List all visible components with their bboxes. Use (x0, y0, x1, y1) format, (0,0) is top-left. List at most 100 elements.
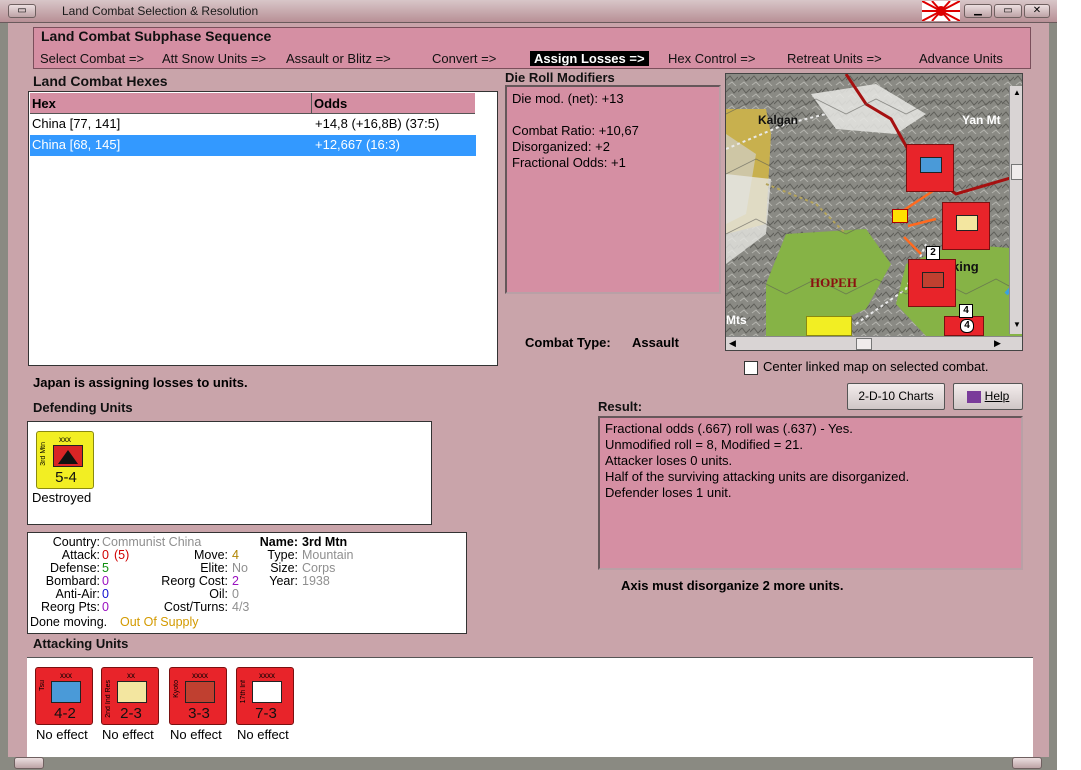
unit-status: No effect (170, 727, 222, 742)
stack-count-badge: 4 (960, 319, 974, 333)
reorg-pts-value: 0 (102, 600, 109, 614)
anti-air-value: 0 (102, 587, 109, 601)
defending-units-panel: xxx 3rd Mtn 5-4 Destroyed (27, 421, 432, 525)
unit-name: 3rd Mtn (40, 442, 47, 466)
scroll-right-icon[interactable]: ▶ (994, 338, 1001, 349)
status-text: Japan is assigning losses to units. (33, 375, 248, 390)
axis-message: Axis must disorganize 2 more units. (621, 578, 844, 593)
odds-cell: +14,8 (+16,8B) (37:5) (315, 116, 440, 131)
map-vertical-scrollbar[interactable]: ▲ ▼ (1009, 86, 1022, 334)
close-button[interactable]: ✕ (1024, 4, 1050, 18)
modifier-combat-ratio: Combat Ratio: +10,67 (512, 123, 639, 138)
help-button[interactable]: Help (953, 383, 1023, 410)
unit-strength: 2-3 (120, 705, 142, 722)
type-label: Type: (267, 548, 298, 562)
die-roll-modifiers-title: Die Roll Modifiers (505, 70, 615, 85)
center-map-label[interactable]: Center linked map on selected combat. (763, 359, 988, 374)
combat-type-value: Assault (632, 335, 679, 350)
help-label: Help (984, 389, 1010, 403)
unit-name: Tsu (39, 680, 46, 691)
defending-units-title: Defending Units (33, 400, 133, 415)
stack-count-badge: 4 (959, 304, 973, 318)
done-moving-text: Done moving. (30, 615, 108, 629)
attacking-unit-counter[interactable]: xxxx Kyoto 3-3 (169, 667, 227, 725)
scroll-left-icon[interactable]: ◀ (729, 338, 736, 349)
attacking-unit-counter[interactable]: xx 2nd Ind Res 2-3 (101, 667, 159, 725)
table-row-selected[interactable]: China [68, 145] +12,667 (16:3) (30, 135, 476, 156)
map-unit-counter-defender[interactable] (806, 316, 852, 336)
step-assign-losses: Assign Losses => (530, 51, 649, 66)
attack-base-value: (5) (114, 548, 130, 562)
map-label-yan-mt: Yan Mt (962, 113, 1001, 127)
unit-status: No effect (102, 727, 154, 742)
unit-status: No effect (36, 727, 88, 742)
size-value: Corps (302, 561, 336, 575)
scroll-left-button[interactable] (14, 757, 44, 769)
attacking-unit-counter[interactable]: xxx Tsu 4-2 (35, 667, 93, 725)
map-horizontal-scrollbar[interactable]: ◀ ▶ (726, 336, 1022, 350)
scroll-right-button[interactable] (1012, 757, 1042, 769)
window-menu-button[interactable]: ▭ (8, 4, 36, 18)
attacking-units-panel: xxx Tsu 4-2 No effect xx 2nd Ind Res 2-3… (27, 657, 1033, 757)
step-att-snow-units: Att Snow Units => (162, 51, 267, 66)
cost-turns-value: 4/3 (232, 600, 250, 614)
step-select-combat: Select Combat => (40, 51, 145, 66)
unit-size: xxx (59, 435, 71, 444)
unit-status: No effect (237, 727, 289, 742)
result-title: Result: (598, 399, 643, 414)
scroll-thumb[interactable] (1011, 164, 1022, 180)
map-unit-counter[interactable] (906, 144, 954, 192)
hexes-table: Hex Odds China [77, 141] +14,8 (+16,8B) … (28, 91, 498, 366)
map-label-kalgan: Kalgan (758, 113, 799, 127)
center-map-checkbox[interactable] (744, 361, 758, 375)
reorg-cost-label: Reorg Cost: (161, 574, 228, 588)
unit-size: xxxx (192, 671, 208, 680)
type-value: Mountain (302, 548, 354, 562)
unit-type-icon (117, 681, 147, 703)
unit-strength: 5-4 (55, 469, 77, 486)
result-line: Half of the surviving attacking units ar… (605, 469, 910, 484)
rising-sun-flag-icon (921, 0, 961, 22)
table-row[interactable]: China [77, 141] +14,8 (+16,8B) (37:5) (30, 114, 476, 136)
defense-label: Defense: (49, 561, 100, 575)
map-unit-counter[interactable] (942, 202, 990, 250)
unit-status: Destroyed (32, 490, 92, 505)
column-header-hex[interactable]: Hex (30, 93, 312, 114)
unit-type-icon (920, 157, 942, 173)
scroll-down-icon[interactable]: ▼ (1011, 320, 1022, 330)
window-title: Land Combat Selection & Resolution (62, 4, 259, 18)
linked-map[interactable]: Kalgan Yan Mt HOPEH king Mts 2 4 4 ▲ ▼ ◀… (725, 73, 1023, 351)
unit-name: 17th Inf (240, 680, 247, 704)
hex-cell: China [68, 145] (32, 137, 121, 152)
unit-strength: 4-2 (54, 705, 76, 722)
help-book-icon (966, 390, 981, 403)
column-header-odds[interactable]: Odds (312, 93, 475, 114)
reorg-pts-label: Reorg Pts: (40, 600, 100, 614)
result-line: Fractional odds (.667) roll was (.637) -… (605, 421, 853, 436)
maximize-button[interactable]: ▭ (994, 4, 1022, 18)
unit-details-panel: Country: Communist China Attack: 0 (5) D… (27, 532, 467, 634)
attacking-units-title: Attacking Units (33, 636, 129, 651)
name-value: 3rd Mtn (302, 535, 348, 549)
map-label-king: king (952, 259, 979, 274)
modifier-disorganized: Disorganized: +2 (512, 139, 610, 154)
result-line: Defender loses 1 unit. (605, 485, 732, 500)
scroll-thumb[interactable] (856, 338, 872, 350)
minimize-button[interactable]: ▁ (964, 4, 992, 18)
result-line: Attacker loses 0 units. (605, 453, 733, 468)
scroll-up-icon[interactable]: ▲ (1011, 88, 1022, 98)
step-advance-units: Advance Units (919, 51, 1003, 66)
unit-size: xxx (60, 671, 72, 680)
land-combat-hexes-title: Land Combat Hexes (33, 73, 168, 89)
step-convert: Convert => (432, 51, 497, 66)
step-hex-control: Hex Control => (668, 51, 756, 66)
map-unit-counter[interactable] (908, 259, 956, 307)
result-panel: Fractional odds (.667) roll was (.637) -… (598, 416, 1023, 570)
combat-type-label: Combat Type: (525, 335, 611, 350)
charts-button[interactable]: 2-D-10 Charts (847, 383, 945, 410)
defending-unit-counter[interactable]: xxx 3rd Mtn 5-4 (36, 431, 94, 489)
attacking-unit-counter[interactable]: xxxx 17th Inf 7-3 (236, 667, 294, 725)
bombard-value: 0 (102, 574, 109, 588)
unit-type-icon (185, 681, 215, 703)
unit-type-icon (922, 272, 944, 288)
